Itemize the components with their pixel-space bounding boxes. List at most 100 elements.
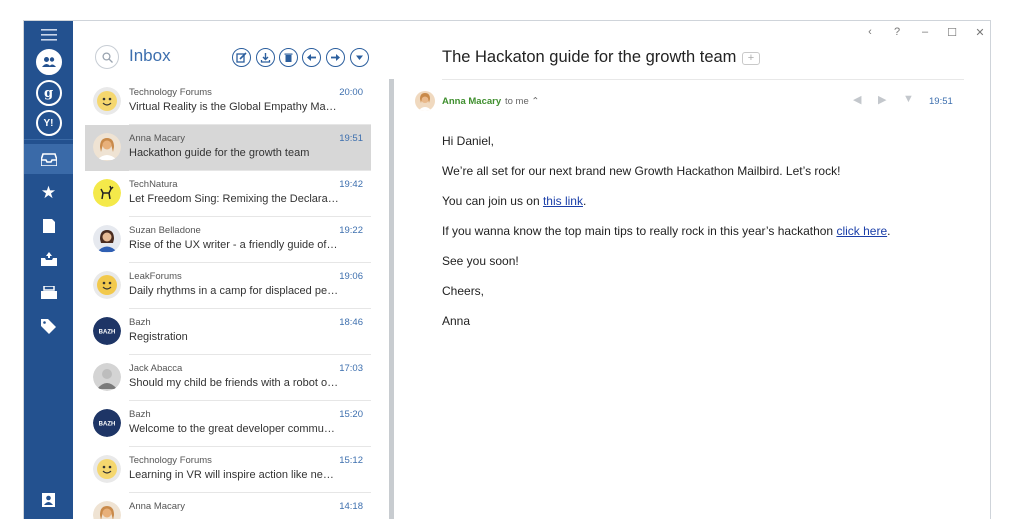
sender-avatar <box>93 455 121 483</box>
sidebar-item-starred[interactable]: ★ <box>24 178 73 208</box>
yahoo-account-button[interactable]: Y! <box>24 108 73 138</box>
recipient-toggle[interactable]: to me ⌃ <box>505 96 539 107</box>
sender-avatar <box>93 363 121 391</box>
reply-action[interactable]: ◀ <box>853 93 861 106</box>
message-row[interactable]: Technology Forums 20:00 Virtual Reality is… <box>85 79 371 125</box>
message-sender: Bazh <box>129 409 151 420</box>
sidebar-item-drafts[interactable] <box>24 211 73 241</box>
message-row[interactable]: TechNatura 19:42 Let Freedom Sing: Remixin… <box>85 171 371 217</box>
download-button[interactable] <box>256 48 275 67</box>
message-row[interactable]: LeakForums 19:06 Daily rhythms in a camp f… <box>85 263 371 309</box>
email-line-2-text: You can join us on <box>442 194 543 208</box>
reply-button[interactable] <box>302 48 321 67</box>
archive-icon <box>40 285 57 299</box>
delete-button[interactable] <box>279 48 298 67</box>
message-time: 17:03 <box>339 363 363 374</box>
search-button[interactable] <box>95 45 119 69</box>
message-sender: Anna Macary <box>129 501 185 512</box>
help-button[interactable]: ? <box>890 26 904 38</box>
email-line-5: Cheers, <box>442 284 485 298</box>
message-sender: Technology Forums <box>129 455 212 466</box>
message-subject: Registration <box>129 331 188 343</box>
message-time: 15:20 <box>339 409 363 420</box>
plus-icon: + <box>747 52 755 64</box>
inbox-title: Inbox <box>129 46 171 65</box>
sidebar-item-tags[interactable] <box>24 311 73 341</box>
this-link[interactable]: this link <box>543 194 583 208</box>
forward-action[interactable]: ▶ <box>878 93 886 106</box>
message-row[interactable]: BAZH Bazh 18:46 Registration <box>85 309 371 355</box>
minimize-button[interactable]: – <box>918 26 932 38</box>
message-subject: Rise of the UX writer - a friendly guide… <box>129 239 339 251</box>
chevron-down-icon <box>356 55 363 60</box>
more-action[interactable]: ▼ <box>903 93 914 105</box>
message-row[interactable]: Jack Abacca 17:03 Should my child be frien… <box>85 355 371 401</box>
message-subject: Hackathon guide for the growth team <box>129 147 310 159</box>
sidebar-item-inbox[interactable] <box>24 144 73 174</box>
sender-avatar: BAZH <box>93 409 121 437</box>
message-time: 19:51 <box>339 133 363 144</box>
message-row[interactable]: Suzan Belladone 19:22 Rise of the UX write… <box>85 217 371 263</box>
email-line-1: We’re all set for our next brand new Gro… <box>442 164 841 178</box>
sidebar-item-archive[interactable] <box>24 277 73 307</box>
sender-avatar: BAZH <box>93 317 121 345</box>
message-subject: Daily rhythms in a camp for displaced pe… <box>129 285 339 297</box>
compose-button[interactable] <box>232 48 251 67</box>
sender-name[interactable]: Anna Macary <box>442 96 501 107</box>
more-actions-button[interactable] <box>350 48 369 67</box>
message-time: 19:06 <box>339 271 363 282</box>
email-line-2-end: . <box>582 194 587 208</box>
message-sender: Suzan Belladone <box>129 225 201 236</box>
trash-icon <box>284 53 293 62</box>
message-time: 19:22 <box>339 225 363 236</box>
sidebar: g Y! ★ <box>24 21 73 519</box>
google-account-button[interactable]: g <box>24 78 73 108</box>
inbox-icon <box>40 152 57 166</box>
email-line-3-end: . <box>887 224 891 238</box>
email-line-3-text: If you wanna know the top main tips to r… <box>442 224 837 238</box>
message-subject: Should my child be friends with a robot … <box>129 377 339 389</box>
sidebar-item-sent[interactable] <box>24 244 73 274</box>
message-row[interactable]: Anna Macary 19:51 Hackathon guide for the … <box>85 125 371 171</box>
back-button[interactable]: ‹ <box>863 26 877 38</box>
menu-icon[interactable] <box>24 23 73 47</box>
contacts-book-icon <box>42 493 55 507</box>
svg-text:BAZH: BAZH <box>99 330 116 336</box>
maximize-button[interactable]: ☐ <box>945 26 959 39</box>
reading-pane: ‹ ? – ☐ ✕ The Hackaton guide for the gro… <box>395 21 990 519</box>
click-here-link[interactable]: click here <box>836 224 887 238</box>
chevron-down-icon: ▼ <box>903 93 914 105</box>
forward-icon: ▶ <box>878 94 887 106</box>
message-sender: Bazh <box>129 317 151 328</box>
message-list-pane: Inbox Technology Forums 20:00 Virtual Real… <box>73 21 395 519</box>
sender-avatar <box>93 179 121 207</box>
search-icon <box>101 51 113 63</box>
tag-icon <box>41 318 56 334</box>
message-sender: LeakForums <box>129 271 182 282</box>
sender-avatar <box>93 501 121 519</box>
message-time: 20:00 <box>339 87 363 98</box>
forward-button[interactable] <box>326 48 345 67</box>
message-row[interactable]: Technology Forums 15:12 Learning in VR wil… <box>85 447 371 493</box>
sender-avatar <box>93 133 121 161</box>
message-sender: Anna Macary <box>129 133 185 144</box>
message-row[interactable]: BAZH Bazh 15:20 Welcome to the great develo… <box>85 401 371 447</box>
message-time: 18:46 <box>339 317 363 328</box>
scrollbar-thumb[interactable] <box>389 79 394 519</box>
contacts-icon <box>35 49 62 75</box>
sent-tray-icon <box>40 252 57 266</box>
message-row[interactable]: Anna Macary 14:18 <box>85 493 371 519</box>
sender-avatar <box>93 271 121 299</box>
download-icon <box>260 53 271 63</box>
svg-text:BAZH: BAZH <box>99 422 116 428</box>
yahoo-account-icon: Y! <box>35 110 62 136</box>
message-time: 14:18 <box>339 501 363 512</box>
drafts-icon <box>42 219 55 233</box>
reply-icon <box>307 54 316 61</box>
message-time: 15:12 <box>339 455 363 466</box>
message-subject: Welcome to the great developer community <box>129 423 339 435</box>
close-button[interactable]: ✕ <box>973 26 987 39</box>
add-tag-button[interactable]: + <box>742 52 760 65</box>
sidebar-item-contacts-book[interactable] <box>24 488 73 512</box>
contacts-account-button[interactable] <box>24 47 73 77</box>
